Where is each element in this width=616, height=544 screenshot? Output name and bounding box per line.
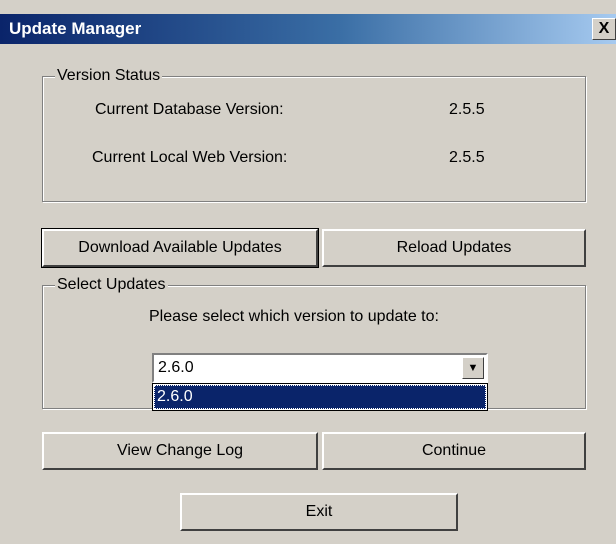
version-dropdown-list: 2.6.0 [152,383,488,411]
window-title: Update Manager [9,19,142,38]
database-version-label: Current Database Version: [95,101,284,118]
download-updates-button[interactable]: Download Available Updates [41,228,319,268]
dropdown-arrow-button[interactable]: ▼ [462,357,484,379]
version-status-legend: Version Status [55,67,163,85]
exit-button[interactable]: Exit [180,493,458,531]
reload-updates-label: Reload Updates [396,239,512,256]
version-status-group: Version Status Current Database Version:… [42,67,586,202]
select-version-prompt: Please select which version to update to… [149,308,439,325]
download-updates-label: Download Available Updates [78,239,282,256]
close-button[interactable]: X [592,18,616,40]
continue-button[interactable]: Continue [322,432,586,470]
version-select[interactable]: 2.6.0 ▼ [152,353,488,383]
version-select-value: 2.6.0 [158,359,194,376]
close-icon: X [598,20,610,37]
select-updates-legend: Select Updates [55,276,168,294]
exit-label: Exit [305,503,333,520]
title-bar[interactable]: Update Manager X [0,14,616,44]
local-web-version-value: 2.5.5 [449,149,485,166]
chevron-down-icon: ▼ [467,362,479,374]
view-change-log-button[interactable]: View Change Log [42,432,318,470]
window-frame [0,44,3,544]
version-option-2-6-0[interactable]: 2.6.0 [154,385,486,409]
continue-label: Continue [421,442,487,459]
local-web-version-label: Current Local Web Version: [92,149,288,166]
reload-updates-button[interactable]: Reload Updates [322,229,586,267]
database-version-value: 2.5.5 [449,101,485,118]
view-change-log-label: View Change Log [116,442,244,459]
update-manager-window: Update Manager X Version Status Current … [0,0,616,544]
